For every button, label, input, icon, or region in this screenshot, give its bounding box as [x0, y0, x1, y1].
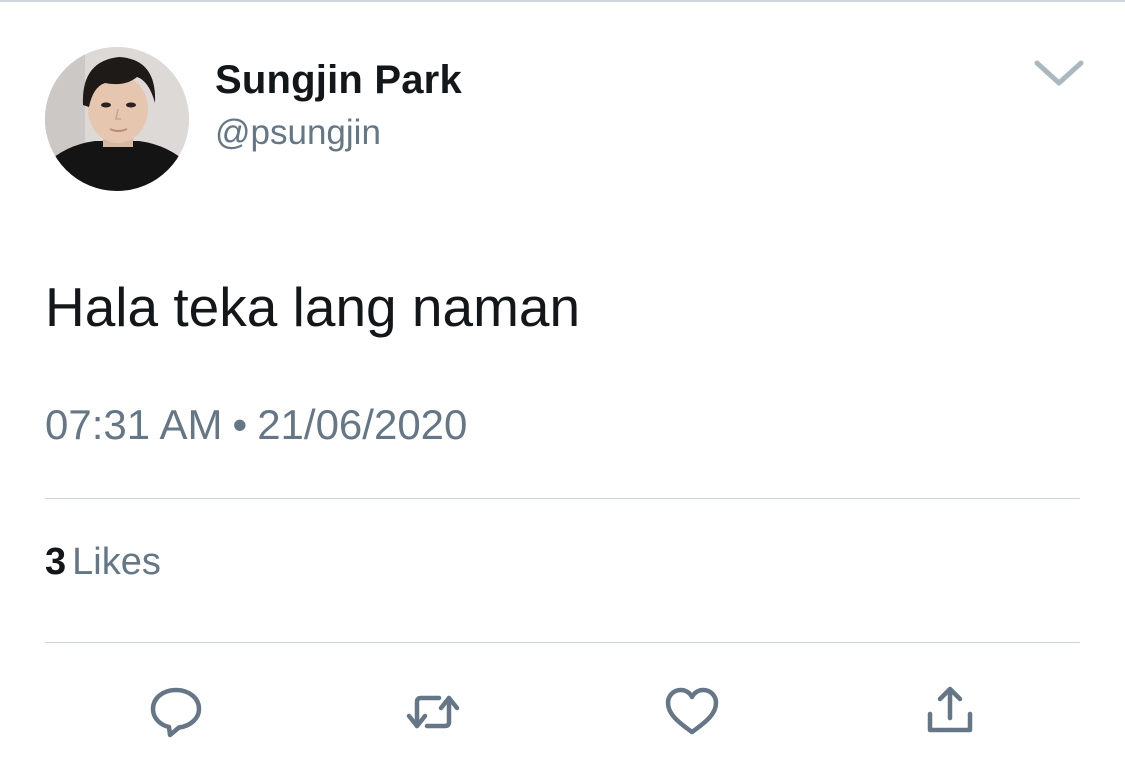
likes-count: 3 — [45, 541, 67, 583]
tweet-timestamp[interactable]: 07:31 AM • 21/06/2020 — [45, 398, 467, 452]
user-handle[interactable]: @psungjin — [215, 105, 462, 161]
divider — [45, 642, 1080, 643]
heart-icon — [665, 687, 719, 735]
likes-label: Likes — [72, 541, 161, 583]
tweet-text: Hala teka lang naman — [45, 276, 581, 338]
retweet-icon — [406, 695, 460, 729]
display-name[interactable]: Sungjin Park — [215, 55, 462, 105]
reply-icon — [150, 687, 202, 738]
reply-button[interactable] — [148, 684, 204, 740]
tweet-date: 21/06/2020 — [257, 401, 468, 448]
meta-separator: • — [232, 401, 248, 448]
avatar[interactable] — [45, 47, 189, 191]
tweet-header: Sungjin Park @psungjin — [45, 47, 1085, 192]
like-button[interactable] — [664, 684, 720, 740]
retweet-button[interactable] — [405, 684, 461, 740]
avatar-photo-icon — [45, 47, 189, 191]
user-names: Sungjin Park @psungjin — [215, 55, 462, 161]
tweet-time: 07:31 AM — [45, 401, 223, 448]
share-button[interactable] — [922, 684, 978, 740]
likes-stat[interactable]: 3 Likes — [45, 538, 161, 586]
share-icon — [927, 686, 973, 733]
divider — [45, 498, 1080, 499]
tweet-card: Sungjin Park @psungjin Hala teka lang na… — [0, 0, 1125, 767]
chevron-down-icon[interactable] — [1033, 55, 1085, 91]
